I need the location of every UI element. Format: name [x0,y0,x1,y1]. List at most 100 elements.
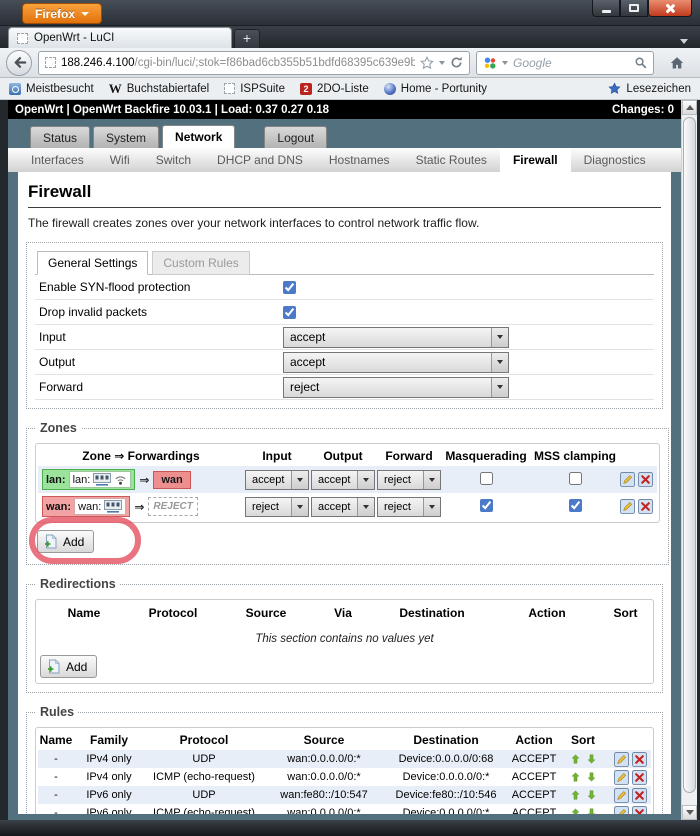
wan-output-select[interactable]: accept [311,497,375,517]
wan-mss-clamping-checkbox[interactable] [569,499,582,512]
delete-icon[interactable] [632,770,647,785]
lan-output-select[interactable]: accept [311,470,375,490]
maximize-icon [629,4,639,12]
firefox-menu-button[interactable]: Firefox [22,3,102,24]
lan-input-select[interactable]: accept [245,470,309,490]
page-title: Firewall [28,182,661,208]
bookmark-wikipedia[interactable]: W Buchstabiertafel [109,83,209,95]
drop-invalid-checkbox[interactable] [283,306,296,319]
bookmark-2do-liste[interactable]: 2 2DO-Liste [300,83,369,95]
tab-general-settings[interactable]: General Settings [37,251,148,275]
rules-legend: Rules [36,705,78,719]
url-bar[interactable]: 188.246.4.100/cgi-bin/luci/;stok=f86bad6… [38,51,470,75]
bookmark-star-icon[interactable] [420,56,434,70]
edit-icon[interactable] [614,770,629,785]
tab-diagnostics[interactable]: Diagnostics [571,148,659,172]
output-policy-select[interactable]: accept [283,352,509,373]
browser-tab[interactable]: OpenWrt - LuCI [8,27,232,48]
tab-wifi[interactable]: Wifi [97,148,143,172]
url-dropdown-icon[interactable] [439,61,445,65]
bookmark-home-portunity[interactable]: Home - Portunity [384,83,487,95]
tab-static-routes[interactable]: Static Routes [403,148,500,172]
syn-flood-checkbox[interactable] [283,281,296,294]
wifi-icon [114,474,127,486]
forward-policy-select[interactable]: reject [283,377,509,398]
vertical-scrollbar[interactable] [681,100,697,820]
delete-icon[interactable] [638,499,653,514]
delete-icon[interactable] [632,788,647,803]
search-icon[interactable] [634,56,647,69]
edit-icon[interactable] [614,788,629,803]
scroll-up-button[interactable] [682,100,697,115]
page-content: OpenWrt | OpenWrt Backfire 10.03.1 | Loa… [8,100,681,820]
search-engine-dropdown-icon[interactable] [502,61,508,65]
sort-down-icon[interactable] [587,808,596,814]
input-policy-select[interactable]: accept [283,327,509,348]
home-button[interactable] [660,50,694,76]
todo-icon: 2 [300,83,312,95]
wan-masquerading-checkbox[interactable] [480,499,493,512]
chevron-down-icon [491,378,508,397]
zones-add-button[interactable]: Add [37,530,94,553]
tab-logout[interactable]: Logout [264,126,327,148]
tab-custom-rules[interactable]: Custom Rules [152,251,249,275]
delete-icon[interactable] [632,806,647,815]
add-icon [44,534,58,549]
bookmarks-menu-button[interactable]: Lesezeichen [608,82,691,95]
new-tab-button[interactable]: + [234,29,260,48]
tab-dhcp-and-dns[interactable]: DHCP and DNS [204,148,316,172]
redirections-legend: Redirections [36,577,120,591]
tab-system[interactable]: System [93,126,159,148]
sort-up-icon[interactable] [571,772,580,782]
tab-firewall[interactable]: Firewall [500,148,571,172]
zone-lan-destination: wan [153,471,190,489]
search-box[interactable]: Google [476,51,654,75]
list-all-tabs-icon[interactable] [680,39,688,44]
edit-icon[interactable] [620,472,635,487]
changes-indicator[interactable]: Changes: 0 [612,104,674,116]
rule-row: - IPv4 only ICMP (echo-request) wan:0.0.… [38,768,651,786]
bookmark-most-visited[interactable]: Meistbesucht [9,83,94,95]
navigation-toolbar: 188.246.4.100/cgi-bin/luci/;stok=f86bad6… [0,48,700,78]
close-button[interactable] [648,0,692,17]
lan-forward-select[interactable]: reject [377,470,441,490]
sort-up-icon[interactable] [571,808,580,814]
tab-network[interactable]: Network [162,125,235,148]
syn-flood-label: Enable SYN-flood protection [35,280,283,294]
minimize-icon [602,10,611,13]
minimize-button[interactable] [592,0,620,17]
drop-invalid-row: Drop invalid packets [35,300,654,325]
redirections-add-button[interactable]: Add [40,655,97,678]
tab-interfaces[interactable]: Interfaces [18,148,97,172]
main-tab-bar: Status System Network Logout [8,125,681,148]
wan-input-select[interactable]: reject [245,497,309,517]
redirections-table: Name Protocol Source Via Destination Act… [35,599,654,684]
sort-down-icon[interactable] [587,772,596,782]
general-settings-rows: Enable SYN-flood protection Drop invalid… [35,274,654,400]
tab-hostnames[interactable]: Hostnames [316,148,403,172]
wan-forward-select[interactable]: reject [377,497,441,517]
delete-icon[interactable] [638,472,653,487]
lan-masquerading-checkbox[interactable] [480,472,493,485]
sort-up-icon[interactable] [571,790,580,800]
sort-down-icon[interactable] [587,754,596,764]
edit-icon[interactable] [620,499,635,514]
tab-switch[interactable]: Switch [143,148,204,172]
edit-icon[interactable] [614,752,629,767]
lan-mss-clamping-checkbox[interactable] [569,472,582,485]
scrollbar-track[interactable] [682,115,697,805]
bookmark-ispsuite[interactable]: ISPSuite [224,83,285,95]
edit-icon[interactable] [614,806,629,815]
tab-status[interactable]: Status [30,126,90,148]
reload-icon[interactable] [450,56,463,69]
delete-icon[interactable] [632,752,647,767]
input-policy-label: Input [35,330,283,344]
tab-title: OpenWrt - LuCI [34,32,114,44]
maximize-button[interactable] [620,0,648,17]
sort-down-icon[interactable] [587,790,596,800]
back-button[interactable] [6,50,32,76]
tab-favicon-placeholder-icon [17,33,28,44]
scroll-down-button[interactable] [682,805,697,820]
scrollbar-thumb[interactable] [683,117,696,793]
sort-up-icon[interactable] [571,754,580,764]
